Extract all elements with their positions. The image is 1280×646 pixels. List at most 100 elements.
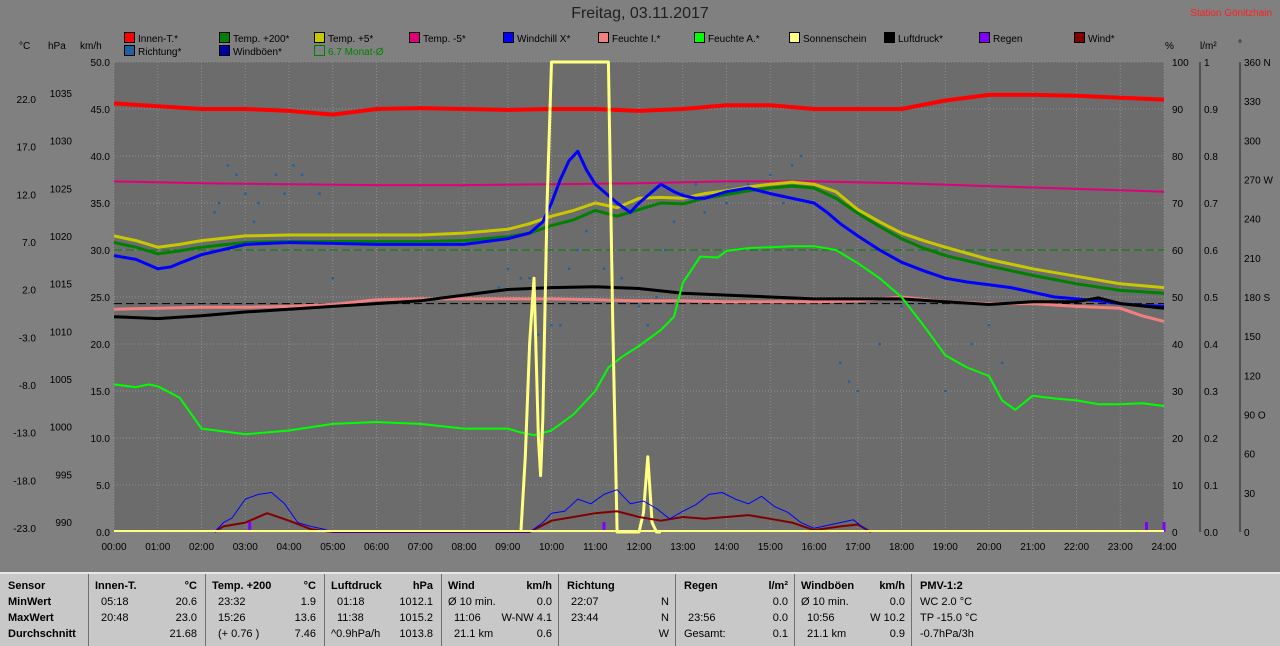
stats-header-gusts: Windböen	[801, 580, 855, 592]
stats-rain-min-value: 0.0	[772, 596, 788, 608]
pressure-tick-label: 1020	[50, 232, 73, 243]
rain-tick-label: 0.1	[1204, 481, 1218, 492]
humidity-tick-label: 50	[1172, 293, 1184, 304]
direction-dot	[663, 248, 667, 252]
direction-dot	[274, 173, 278, 177]
pressure-tick-label: 1005	[50, 375, 73, 386]
speed-tick-label: 5.0	[96, 481, 110, 492]
rain-tick-label: 0.6	[1204, 246, 1218, 257]
direction-dot	[300, 173, 304, 177]
stats-header-pressure-unit: hPa	[412, 580, 433, 592]
pressure-tick-label: 995	[55, 470, 72, 481]
direction-dot	[655, 295, 658, 299]
direction-tick-label: 210	[1244, 254, 1261, 265]
x-tick-label: 16:00	[801, 542, 826, 553]
stats-header-temp200: Temp. +200	[212, 580, 272, 592]
rain-tick-label: 1	[1204, 58, 1210, 69]
station-name: Station Gönitzhain	[1190, 8, 1272, 19]
stats-col-wind: Wind km/h Ø 10 min. 0.0 11:06 W-NW 4.1 2…	[442, 574, 559, 646]
direction-dot	[506, 267, 510, 271]
x-tick-label: 04:00	[276, 542, 301, 553]
direction-tick-label: 90 O	[1244, 411, 1266, 422]
stats-pressure-min-value: 1012.1	[399, 596, 433, 608]
legend-item: Temp. +5*	[314, 32, 373, 45]
direction-tick-label: 330	[1244, 97, 1261, 108]
legend-item: Windböen*	[219, 45, 282, 58]
legend-item: Feuchte A.*	[694, 32, 760, 45]
temp-tick-label: 22.0	[17, 95, 37, 106]
direction-dot	[585, 229, 588, 233]
pressure-tick-label: 1015	[50, 280, 73, 291]
legend-item: Sonnenschein	[789, 32, 866, 45]
stats-innen-min-value: 20.6	[175, 596, 197, 608]
direction-dot	[725, 201, 728, 205]
stats-temp200-trend: (+ 0.76 )	[218, 628, 260, 640]
humidity-tick-label: 60	[1172, 246, 1184, 257]
pressure-tick-label: 1010	[50, 327, 73, 338]
stats-direction-min-value: N	[661, 596, 669, 608]
x-tick-label: 08:00	[451, 542, 476, 553]
x-tick-label: 17:00	[845, 542, 870, 553]
unit-pressure: hPa	[48, 41, 66, 52]
direction-dot	[799, 154, 803, 158]
legend-label: Temp. -5*	[423, 34, 466, 45]
direction-dot	[987, 323, 991, 327]
rain-tick-label: 0.4	[1204, 340, 1218, 351]
stats-temp200-min-value: 1.9	[300, 596, 316, 608]
pressure-tick-label: 1000	[50, 423, 73, 434]
rain-tick-label: 0.3	[1204, 387, 1218, 398]
direction-dot	[900, 305, 903, 308]
stats-wind-distance: 21.1 km	[454, 628, 494, 640]
stats-header-pressure: Luftdruck	[331, 580, 382, 592]
x-tick-label: 12:00	[626, 542, 651, 553]
stats-wind-max-value: W-NW 4.1	[501, 612, 552, 624]
direction-dot	[694, 182, 698, 186]
direction-dot	[782, 201, 785, 205]
legend-item: Windchill X*	[503, 32, 570, 45]
temp-tick-label: 12.0	[17, 190, 37, 201]
stats-col-temp200: Temp. +200 °C 23:32 1.9 15:26 13.6 (+ 0.…	[206, 574, 325, 646]
humidity-tick-label: 20	[1172, 434, 1184, 445]
humidity-tick-label: 40	[1172, 340, 1184, 351]
x-tick-label: 23:00	[1108, 542, 1133, 553]
stats-col-gusts: Windböen km/h Ø 10 min. 0.0 10:56 W 10.2…	[795, 574, 912, 646]
legend-item: Temp. -5*	[409, 32, 466, 45]
humidity-tick-label: 30	[1172, 387, 1184, 398]
stats-pressure-min-time: 01:18	[337, 596, 365, 608]
direction-dot	[292, 164, 295, 167]
stats-header-wind-unit: km/h	[526, 580, 552, 592]
direction-dot	[252, 220, 256, 224]
stats-innen-avg-value: 21.68	[169, 628, 197, 640]
direction-dot	[283, 192, 286, 195]
direction-dot	[528, 276, 531, 280]
legend-swatch	[124, 32, 135, 43]
stats-wind-min-value: 0.0	[536, 596, 552, 608]
legend-swatch	[219, 45, 230, 56]
legend-swatch	[314, 45, 325, 56]
direction-dot	[558, 323, 562, 327]
x-tick-label: 21:00	[1020, 542, 1045, 553]
stats-header-innen-unit: °C	[184, 580, 197, 592]
legend-swatch	[124, 45, 135, 56]
x-tick-label: 18:00	[889, 542, 914, 553]
direction-tick-label: 240	[1244, 215, 1261, 226]
legend-label: Innen-T.*	[138, 34, 179, 45]
stats-pmv-windchill: WC 2.0 °C	[920, 596, 973, 608]
direction-dot	[550, 323, 553, 327]
pressure-tick-label: 1030	[50, 137, 73, 148]
stats-temp200-avg-value: 7.46	[294, 628, 316, 640]
stats-direction-max-time: 23:44	[571, 612, 599, 624]
x-tick-label: 10:00	[539, 542, 564, 553]
stats-direction-max-value: N	[661, 612, 669, 624]
legend-label: Richtung*	[138, 47, 182, 58]
x-tick-label: 09:00	[495, 542, 520, 553]
temp-tick-label: 2.0	[22, 286, 36, 297]
unit-humidity: %	[1165, 41, 1174, 52]
humidity-tick-label: 100	[1172, 58, 1189, 69]
stats-innen-max-time: 20:48	[101, 612, 129, 624]
legend-label: Windböen*	[233, 47, 282, 58]
legend-item: Temp. +200*	[219, 32, 289, 45]
legend-swatch	[503, 32, 514, 43]
direction-dot	[567, 267, 571, 271]
direction-tick-label: 120	[1244, 371, 1261, 382]
